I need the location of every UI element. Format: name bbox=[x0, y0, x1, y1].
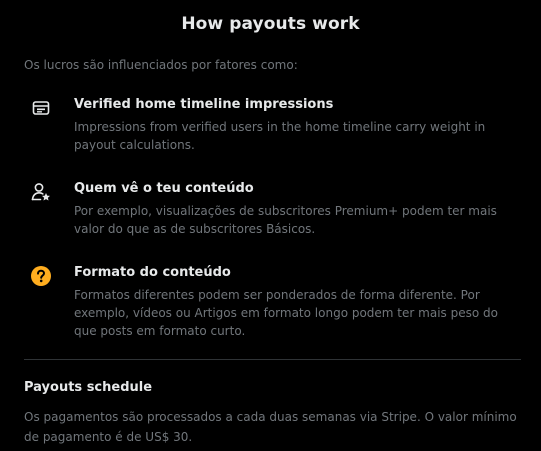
factor-description: Impressions from verified users in the h… bbox=[74, 120, 486, 152]
user-star-icon bbox=[24, 180, 58, 204]
divider bbox=[24, 359, 521, 360]
factor-description: Formatos diferentes podem ser ponderados… bbox=[74, 288, 498, 338]
factor-title: Quem vê o teu conteúdo bbox=[74, 181, 254, 196]
factor-description: Por exemplo, visualizações de subscritor… bbox=[74, 204, 497, 236]
timeline-card-icon bbox=[24, 96, 58, 120]
question-circle-icon bbox=[24, 264, 58, 288]
schedule-title: Payouts schedule bbox=[24, 380, 153, 395]
factor-title: Formato do conteúdo bbox=[74, 265, 231, 280]
factor-title: Verified home timeline impressions bbox=[74, 97, 334, 112]
schedule-description: Os pagamentos são processados a cada dua… bbox=[24, 410, 517, 444]
intro-text: Os lucros são influenciados por fatores … bbox=[24, 58, 298, 72]
modal-title: How payouts work bbox=[181, 14, 360, 34]
payouts-modal: How payouts work Os lucros são influenci… bbox=[0, 0, 541, 451]
